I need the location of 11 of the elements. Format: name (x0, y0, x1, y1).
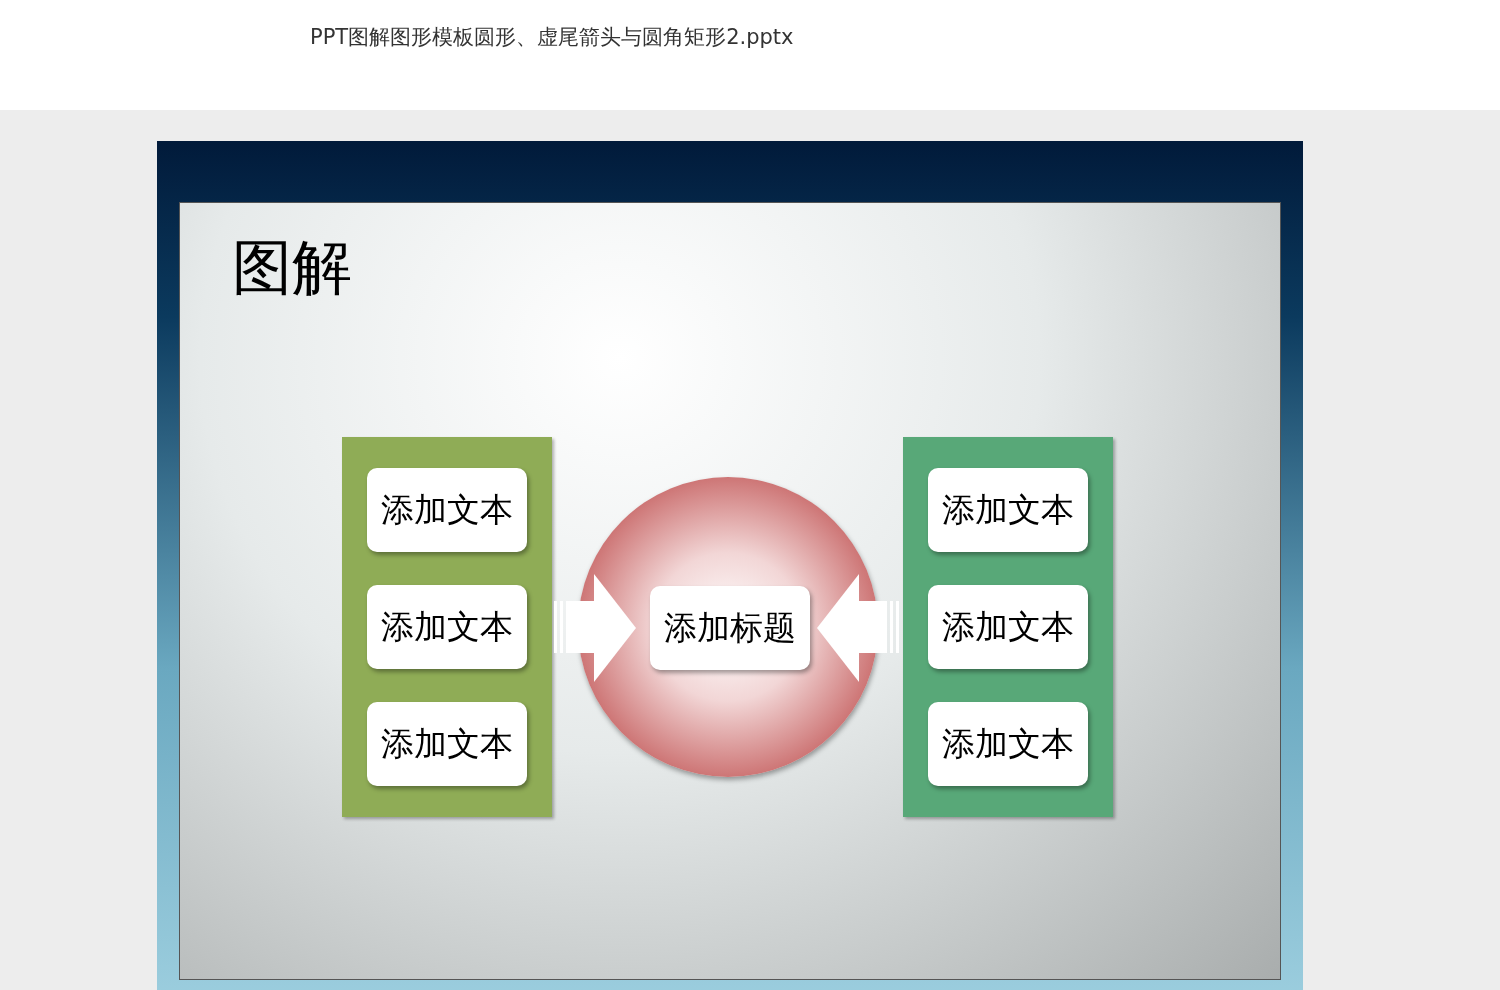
text-box: 添加文本 (367, 585, 527, 669)
text-box: 添加文本 (928, 702, 1088, 786)
slide-title: 图解 (232, 237, 352, 297)
text-box: 添加文本 (928, 468, 1088, 552)
text-box: 添加文本 (367, 468, 527, 552)
arrow-icon (815, 574, 899, 682)
title-box: 添加标题 (650, 586, 810, 670)
document-title: PPT图解图形模板圆形、虚尾箭头与圆角矩形2.pptx (310, 24, 795, 51)
text-box: 添加文本 (928, 585, 1088, 669)
arrow-icon (554, 574, 638, 682)
text-box: 添加文本 (367, 702, 527, 786)
